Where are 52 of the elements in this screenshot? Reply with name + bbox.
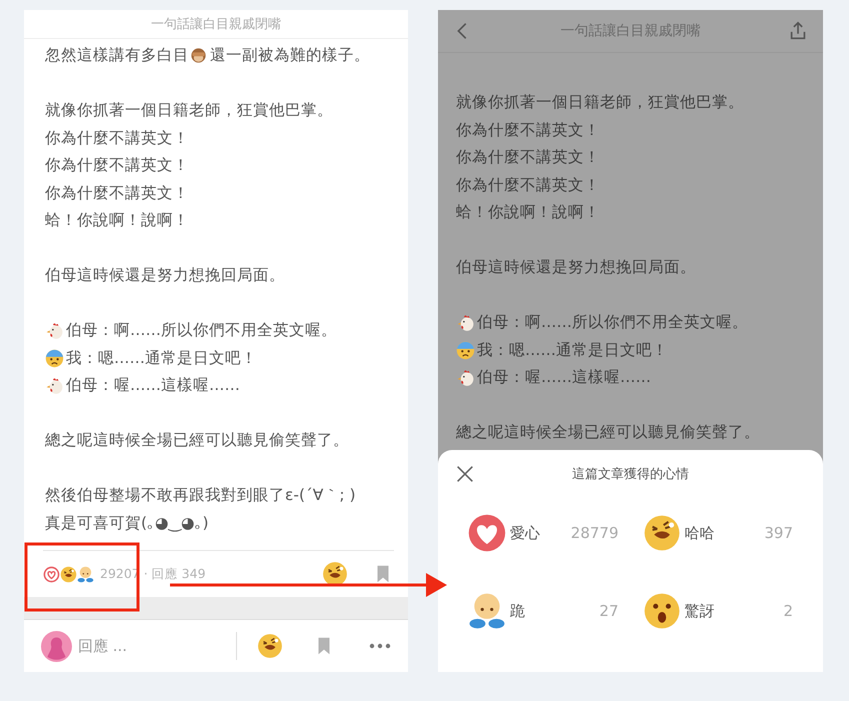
article-line: 你為什麼不講英文！ bbox=[456, 147, 600, 168]
article-title: 一句話讓白目親戚閉嘴 bbox=[151, 16, 281, 33]
reaction-label: 哈哈 bbox=[684, 524, 714, 542]
article-line: 真是可喜可賀(｡◕‿◕｡) bbox=[45, 512, 209, 534]
kneeling-figure-icon bbox=[77, 566, 94, 582]
article-line: 我：嗯……通常是日文吧！ bbox=[66, 348, 257, 369]
article-line: 伯母：啊……所以你們不用全英文喔。 bbox=[66, 320, 337, 342]
article-line: 蛤！你說啊！說啊！ bbox=[45, 210, 189, 232]
kneeling-figure-icon bbox=[468, 592, 506, 630]
article-line: 然後伯母整場不敢再跟我對到眼了ε-(´∀｀; ) bbox=[45, 485, 356, 506]
chicken-icon bbox=[45, 376, 64, 396]
article-line: 總之呢這時候全場已經可以聽見偷笑聲了。 bbox=[45, 430, 349, 452]
article-line: 就像你抓著一個日籍老師，狂賞他巴掌。 bbox=[456, 92, 744, 114]
fearful-face-icon bbox=[456, 340, 475, 360]
reaction-count: 2 bbox=[783, 602, 793, 620]
article-line: 就像你抓著一個日籍老師，狂賞他巴掌。 bbox=[45, 100, 333, 122]
reaction-count: 397 bbox=[764, 524, 793, 542]
reaction-count: 28779 bbox=[570, 524, 618, 542]
article-line: 蛤！你說啊！說啊！ bbox=[456, 202, 600, 224]
reaction-label: 跪 bbox=[510, 602, 525, 620]
chicken-icon bbox=[45, 321, 64, 340]
sheet-title: 這篇文章獲得的心情 bbox=[571, 466, 690, 483]
surprised-face-icon bbox=[642, 592, 680, 630]
article-line: 忽然這樣講有多白目 bbox=[45, 45, 189, 66]
article-line: 我：嗯……通常是日文吧！ bbox=[477, 340, 668, 361]
close-icon[interactable] bbox=[454, 463, 476, 485]
laughing-face-icon bbox=[60, 566, 77, 582]
article-line: 你為什麼不講英文！ bbox=[45, 128, 189, 149]
avatar-icon bbox=[41, 630, 72, 662]
fearful-face-icon bbox=[45, 348, 64, 368]
article-line: 伯母：喔……這樣喔…… bbox=[477, 367, 651, 388]
reply-field[interactable]: 回應 ... bbox=[78, 636, 128, 656]
laughing-face-icon[interactable] bbox=[257, 633, 283, 659]
article-line: 還一副被為難的樣子。 bbox=[210, 45, 370, 66]
reaction-label: 驚訝 bbox=[684, 602, 714, 620]
article-line: 總之呢這時候全場已經可以聽見偷笑聲了。 bbox=[456, 422, 760, 444]
article-line: 你為什麼不講英文！ bbox=[456, 174, 600, 196]
laughing-face-icon bbox=[642, 514, 680, 552]
article-line: 伯母：喔……這樣喔…… bbox=[66, 375, 240, 396]
article-line: 你為什麼不講英文！ bbox=[456, 120, 600, 141]
article-line: 你為什麼不講英文！ bbox=[45, 182, 189, 204]
reaction-count: 27 bbox=[599, 602, 618, 620]
article-line: 你為什麼不講英文！ bbox=[45, 155, 189, 176]
reaction-label: 愛心 bbox=[510, 524, 540, 542]
monkey-icon bbox=[189, 46, 208, 66]
chicken-icon bbox=[456, 313, 475, 332]
article-title: 一句話讓白目親戚閉嘴 bbox=[560, 22, 702, 40]
chicken-icon bbox=[456, 368, 475, 388]
article-line: 伯母：啊……所以你們不用全英文喔。 bbox=[477, 312, 748, 334]
article-line: 伯母這時候還是努力想挽回局面。 bbox=[45, 265, 285, 286]
more-icon[interactable] bbox=[369, 643, 391, 649]
article-line: 伯母這時候還是努力想挽回局面。 bbox=[456, 257, 696, 278]
